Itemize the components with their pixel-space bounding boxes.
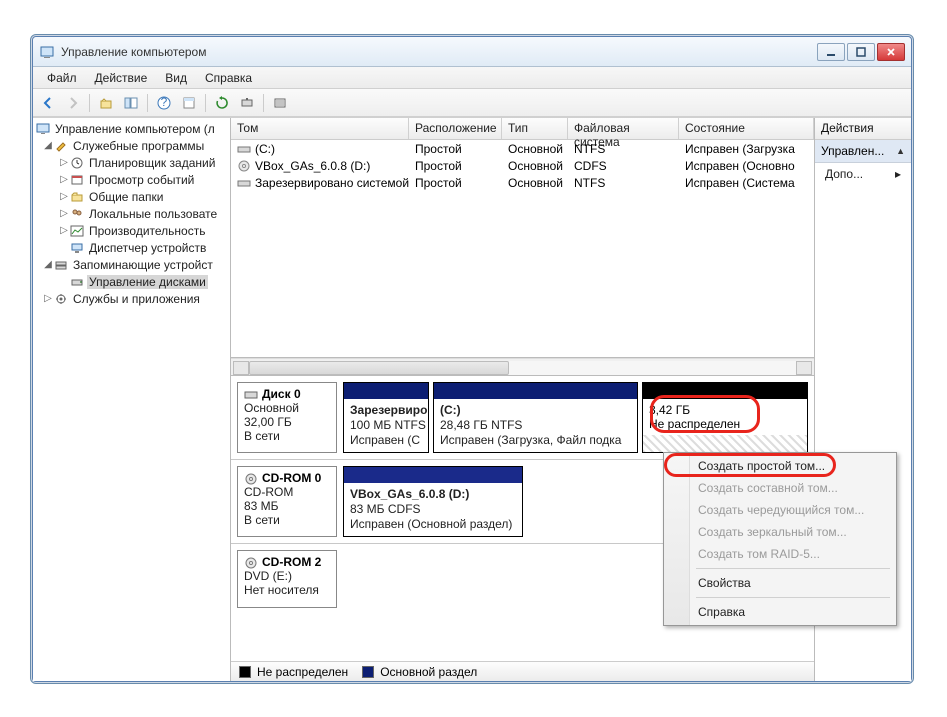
expander-icon[interactable]: ▷ <box>59 157 69 168</box>
partition-c-drive[interactable]: (C:) 28,48 ГБ NTFS Исправен (Загрузка, Ф… <box>433 382 638 453</box>
expander-icon[interactable]: ▷ <box>59 174 69 185</box>
disk-info-box[interactable]: CD-ROM 2 DVD (E:) Нет носителя <box>237 550 337 608</box>
chevron-right-icon: ▸ <box>895 167 901 181</box>
disc-icon <box>237 160 251 172</box>
tree-local-users[interactable]: Локальные пользовате <box>87 207 219 221</box>
partition-cdrom[interactable]: VBox_GAs_6.0.8 (D:) 83 МБ CDFS Исправен … <box>343 466 523 537</box>
partition-unallocated[interactable]: 3,42 ГБ Не распределен <box>642 382 808 453</box>
col-volume[interactable]: Том <box>231 118 409 139</box>
users-icon <box>69 207 85 221</box>
nav-back-button[interactable] <box>37 92 59 114</box>
menu-action[interactable]: Действие <box>87 69 156 87</box>
horizontal-scrollbar[interactable] <box>231 358 814 376</box>
menu-help[interactable]: Справка <box>666 601 894 623</box>
app-icon <box>39 44 55 60</box>
tree-shared-folders[interactable]: Общие папки <box>87 190 165 204</box>
maximize-button[interactable] <box>847 43 875 61</box>
window-title: Управление компьютером <box>61 45 817 59</box>
menu-properties[interactable]: Свойства <box>666 572 894 594</box>
disk-management-icon <box>69 275 85 289</box>
computer-mgmt-icon <box>35 122 51 136</box>
tree-disk-management[interactable]: Управление дисками <box>87 275 208 289</box>
expander-icon[interactable]: ▷ <box>59 225 69 236</box>
menu-create-simple-volume[interactable]: Создать простой том... <box>666 455 894 477</box>
minimize-button[interactable] <box>817 43 845 61</box>
menu-file[interactable]: Файл <box>39 69 85 87</box>
nav-forward-button[interactable] <box>62 92 84 114</box>
volume-row[interactable]: VBox_GAs_6.0.8 (D:) Простой Основной CDF… <box>231 157 814 174</box>
scroll-thumb[interactable] <box>249 361 509 375</box>
up-level-button[interactable] <box>95 92 117 114</box>
clock-icon <box>69 156 85 170</box>
col-filesystem[interactable]: Файловая система <box>568 118 679 139</box>
volume-row[interactable]: (C:) Простой Основной NTFS Исправен (Заг… <box>231 140 814 157</box>
titlebar[interactable]: Управление компьютером <box>33 37 911 67</box>
disk-info-box[interactable]: Диск 0 Основной 32,00 ГБ В сети <box>237 382 337 453</box>
refresh-button[interactable] <box>211 92 233 114</box>
disk-icon <box>244 389 260 401</box>
volume-list[interactable]: (C:) Простой Основной NTFS Исправен (Заг… <box>231 140 814 358</box>
disk-row[interactable]: Диск 0 Основной 32,00 ГБ В сети Зарезерв… <box>231 376 814 460</box>
chevron-up-icon: ▲ <box>896 146 905 156</box>
event-viewer-icon <box>69 173 85 187</box>
volume-icon <box>237 177 251 189</box>
legend-primary: Основной раздел <box>380 665 477 679</box>
volume-row[interactable]: Зарезервировано системой Простой Основно… <box>231 174 814 191</box>
toolbar: ? <box>33 89 911 117</box>
menubar: Файл Действие Вид Справка <box>33 67 911 89</box>
actions-header: Действия <box>815 118 911 140</box>
menu-create-spanned-volume: Создать составной том... <box>666 477 894 499</box>
col-type[interactable]: Тип <box>502 118 568 139</box>
legend-swatch-primary <box>362 666 374 678</box>
legend-unallocated: Не распределен <box>257 665 348 679</box>
actions-more[interactable]: Допо... ▸ <box>815 163 911 185</box>
expander-icon[interactable]: ◢ <box>43 259 53 270</box>
tools-icon <box>53 139 69 153</box>
storage-icon <box>53 258 69 272</box>
menu-create-mirrored-volume: Создать зеркальный том... <box>666 521 894 543</box>
disc-drive-icon <box>244 473 260 485</box>
menu-create-striped-volume: Создать чередующийся том... <box>666 499 894 521</box>
tree-device-manager[interactable]: Диспетчер устройств <box>87 241 208 255</box>
scroll-right-button[interactable] <box>796 361 812 375</box>
tree-services-apps[interactable]: Службы и приложения <box>71 292 202 306</box>
device-manager-icon <box>69 241 85 255</box>
menu-create-raid5-volume: Создать том RAID-5... <box>666 543 894 565</box>
help-button[interactable]: ? <box>153 92 175 114</box>
tree-system-tools[interactable]: Служебные программы <box>71 139 206 153</box>
services-icon <box>53 292 69 306</box>
volume-icon <box>237 143 251 155</box>
scroll-left-button[interactable] <box>233 361 249 375</box>
tree-storage[interactable]: Запоминающие устройст <box>71 258 215 272</box>
expander-icon[interactable]: ▷ <box>43 293 53 304</box>
disk-info-box[interactable]: CD-ROM 0 CD-ROM 83 МБ В сети <box>237 466 337 537</box>
expander-icon[interactable]: ▷ <box>59 191 69 202</box>
expander-icon[interactable]: ◢ <box>43 140 53 151</box>
toolbar-action-button[interactable] <box>269 92 291 114</box>
context-menu[interactable]: Создать простой том... Создать составной… <box>663 452 897 626</box>
volume-list-header: Том Расположение Тип Файловая система Со… <box>231 118 814 140</box>
legend: Не распределен Основной раздел <box>231 661 814 681</box>
disc-drive-icon <box>244 557 260 569</box>
legend-swatch-unallocated <box>239 666 251 678</box>
partition-system-reserved[interactable]: Зарезервиро 100 МБ NTFS Исправен (С <box>343 382 429 453</box>
performance-icon <box>69 224 85 238</box>
close-button[interactable] <box>877 43 905 61</box>
svg-text:?: ? <box>161 96 168 109</box>
col-status[interactable]: Состояние <box>679 118 814 139</box>
actions-group[interactable]: Управлен... ▲ <box>815 140 911 163</box>
col-layout[interactable]: Расположение <box>409 118 502 139</box>
menu-help[interactable]: Справка <box>197 69 260 87</box>
view-settings-button[interactable] <box>178 92 200 114</box>
tree-task-scheduler[interactable]: Планировщик заданий <box>87 156 217 170</box>
tree-event-viewer[interactable]: Просмотр событий <box>87 173 196 187</box>
rescan-disks-button[interactable] <box>236 92 258 114</box>
tree-performance[interactable]: Производительность <box>87 224 207 238</box>
show-hide-tree-button[interactable] <box>120 92 142 114</box>
tree-root[interactable]: Управление компьютером (л <box>53 122 217 136</box>
shared-folders-icon <box>69 190 85 204</box>
navigation-tree[interactable]: Управление компьютером (л ◢ Служебные пр… <box>33 118 231 681</box>
expander-icon[interactable]: ▷ <box>59 208 69 219</box>
menu-view[interactable]: Вид <box>157 69 195 87</box>
